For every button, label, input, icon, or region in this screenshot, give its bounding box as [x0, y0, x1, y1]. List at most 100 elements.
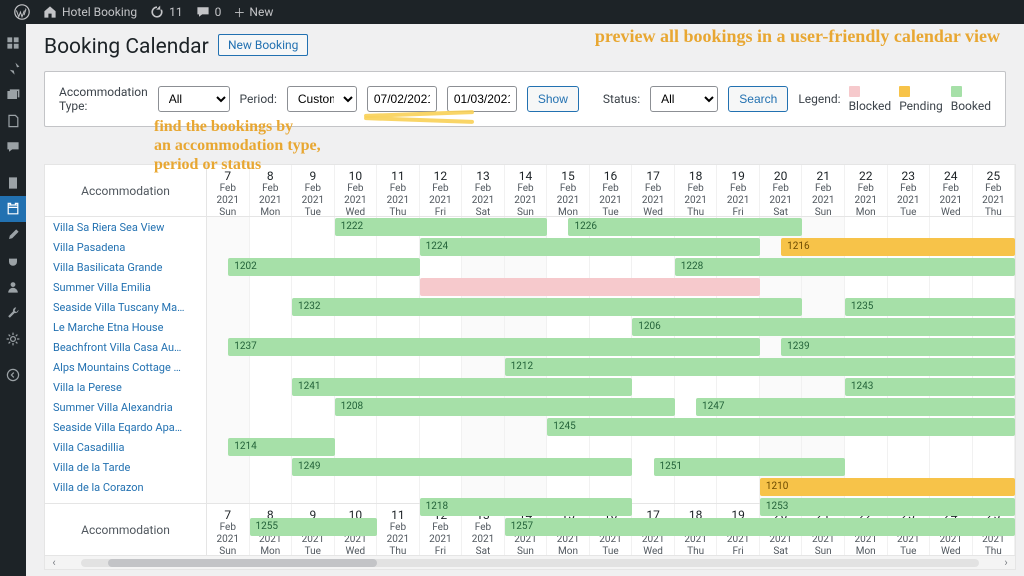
calendar-row: 1206 [207, 317, 1015, 337]
status-select[interactable]: All [650, 86, 718, 112]
accommodation-link[interactable]: Villa Casadillia [45, 437, 206, 457]
accommodation-link[interactable]: Summer Villa Alexandria [45, 397, 206, 417]
booking-bar[interactable]: 1251 [654, 458, 845, 476]
accommodation-link[interactable]: Villa Sa Riera Sea View [45, 217, 206, 237]
accommodation-link[interactable]: Alps Mountains Cottage … [45, 357, 206, 377]
day-header: 18Feb2021Thu [675, 165, 718, 216]
booking-bar[interactable]: 1222 [335, 218, 548, 236]
accommodation-link[interactable]: Villa de la Corazon [45, 477, 206, 497]
booking-bar[interactable]: 1216 [781, 238, 1015, 256]
booking-bar[interactable]: 1224 [420, 238, 760, 256]
booking-bar[interactable]: 1255 [250, 518, 378, 536]
booking-bar[interactable]: 1253 [760, 498, 1015, 516]
booking-bar[interactable]: 1243 [845, 378, 1015, 396]
accommodation-header: Accommodation [45, 165, 206, 217]
calendar-row: 1232 1235 [207, 297, 1015, 317]
menu-accommodation[interactable] [0, 170, 26, 196]
booking-bar[interactable]: 1206 [632, 318, 1015, 336]
menu-plugins[interactable] [0, 248, 26, 274]
booking-bar[interactable]: 1226 [568, 218, 802, 236]
menu-appearance[interactable] [0, 222, 26, 248]
new-booking-button[interactable]: New Booking [218, 34, 308, 56]
accommodation-link[interactable]: Summer Villa Emilia [45, 277, 206, 297]
booking-bar[interactable]: 1212 [505, 358, 1015, 376]
scroll-track[interactable] [81, 559, 979, 567]
comments-icon [5, 139, 21, 155]
accommodation-link[interactable]: Villa Basilicata Grande [45, 257, 206, 277]
search-button[interactable]: Search [728, 86, 788, 112]
menu-users[interactable] [0, 274, 26, 300]
booking-bar[interactable]: 1208 [335, 398, 675, 416]
date-from-input[interactable] [367, 86, 437, 112]
booking-bar[interactable]: 1214 [228, 438, 334, 456]
legend-booked: Booked [951, 85, 991, 113]
calendar-row: 1237 1239 [207, 337, 1015, 357]
calendar-scrollbar[interactable]: ‹ › [45, 555, 1015, 569]
booking-bar[interactable]: 1210 [760, 478, 1015, 496]
comments-link[interactable]: 0 [189, 4, 228, 20]
menu-dashboard[interactable] [0, 30, 26, 56]
legend-blocked: Blocked [849, 85, 892, 113]
booking-bar[interactable]: 1247 [696, 398, 1015, 416]
date-to-input[interactable] [447, 86, 517, 112]
menu-bookings-current[interactable] [0, 196, 26, 222]
day-header: 12Feb2021Fri [420, 165, 463, 216]
accommodation-link[interactable]: Seaside Villa Tuscany Ma… [45, 297, 206, 317]
day-header: 7Feb2021Sun [207, 504, 250, 555]
accommodation-link[interactable]: Seaside Villa Eqardo Apa… [45, 417, 206, 437]
page-wrap: Booking Calendar New Booking preview all… [26, 24, 1024, 576]
booking-bar[interactable]: 1257 [505, 518, 1015, 536]
accommodation-link[interactable]: Villa la Perese [45, 377, 206, 397]
day-header: 8Feb2021Mon [250, 165, 293, 216]
booking-bar[interactable]: 1218 [420, 498, 633, 516]
site-title: Hotel Booking [62, 5, 137, 19]
menu-settings[interactable] [0, 326, 26, 352]
site-link[interactable]: Hotel Booking [36, 4, 143, 20]
booking-bar[interactable]: 1202 [228, 258, 419, 276]
menu-media[interactable] [0, 82, 26, 108]
menu-posts[interactable] [0, 56, 26, 82]
booking-bar[interactable] [420, 278, 760, 296]
building-icon [5, 175, 21, 191]
accommodation-type-label: Accommodation Type: [59, 85, 148, 113]
wrench-icon [5, 305, 21, 321]
menu-collapse[interactable] [0, 362, 26, 388]
booking-bar[interactable]: 1232 [292, 298, 802, 316]
show-button[interactable]: Show [527, 86, 579, 112]
calendar-row: 1210 [207, 477, 1015, 497]
accommodation-type-select[interactable]: All [158, 86, 230, 112]
day-header: 25Feb2021Thu [973, 165, 1015, 216]
booking-bar[interactable]: 1228 [675, 258, 1015, 276]
menu-comments[interactable] [0, 134, 26, 160]
legend-pending: Pending [899, 85, 943, 113]
booking-bar[interactable]: 1237 [228, 338, 760, 356]
menu-pages[interactable] [0, 108, 26, 134]
scroll-right-arrow[interactable]: › [997, 556, 1015, 569]
booking-bar[interactable]: 1235 [845, 298, 1015, 316]
accommodation-list: Villa Sa Riera Sea ViewVilla PasadenaVil… [45, 217, 206, 537]
accommodation-link[interactable]: Villa de la Tarde [45, 457, 206, 477]
menu-tools[interactable] [0, 300, 26, 326]
day-header: 24Feb2021Wed [930, 165, 973, 216]
accommodation-link[interactable]: Villa Pasadena [45, 237, 206, 257]
accommodation-link[interactable]: Le Marche Etna House [45, 317, 206, 337]
pages-icon [5, 113, 21, 129]
booking-bar[interactable]: 1239 [781, 338, 1015, 356]
period-label: Period: [240, 92, 277, 106]
new-link[interactable]: ＋ New [227, 4, 279, 21]
updates-link[interactable]: 11 [143, 4, 189, 20]
scroll-thumb[interactable] [108, 559, 377, 567]
booking-bar[interactable]: 1241 [292, 378, 632, 396]
day-header: 13Feb2021Sat [462, 165, 505, 216]
page-title: Booking Calendar [44, 35, 209, 59]
dashboard-icon [5, 35, 21, 51]
booking-bar[interactable]: 1245 [547, 418, 1015, 436]
wp-logo[interactable] [8, 4, 36, 20]
day-header: 9Feb2021Tue [292, 165, 335, 216]
accommodation-link[interactable]: Beachfront Villa Casa Au… [45, 337, 206, 357]
booking-bar[interactable]: 1249 [292, 458, 632, 476]
day-header: 20Feb2021Sat [760, 165, 803, 216]
comments-count: 0 [215, 5, 222, 19]
period-select[interactable]: Custom [287, 86, 357, 112]
scroll-left-arrow[interactable]: ‹ [45, 556, 63, 569]
